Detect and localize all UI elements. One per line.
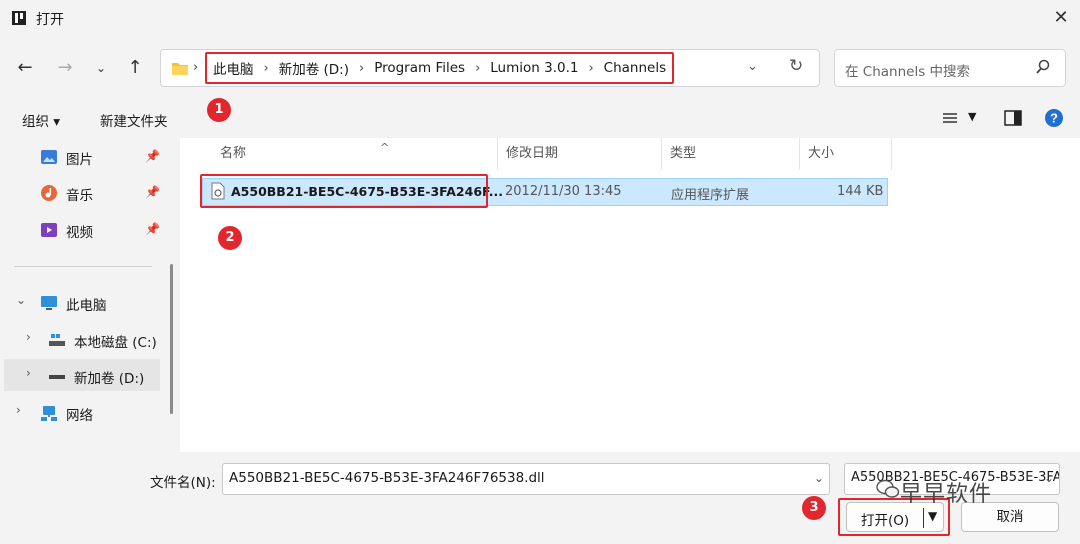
filename-label: 文件名(N): (150, 475, 216, 491)
breadcrumb-separator: › (358, 60, 365, 76)
system-drive-icon (49, 334, 65, 346)
address-lead-separator: › (193, 60, 199, 75)
chevron-right-icon[interactable]: › (26, 330, 31, 344)
forward-icon[interactable]: → (52, 56, 78, 80)
sidebar-item-this-pc[interactable]: ⌄ 此电脑 (0, 286, 168, 318)
view-options-chevron-icon[interactable]: ▼ (968, 110, 976, 130)
file-list: ^ 名称 修改日期 类型 大小 A550BB21-BE5C-4675-B53E-… (180, 138, 1080, 452)
chevron-down-icon[interactable]: ⌄ (16, 293, 26, 307)
step-badge-2: 2 (218, 226, 242, 250)
music-icon (41, 185, 57, 201)
sort-ascending-icon: ^ (380, 141, 390, 154)
file-size: 144 KB (837, 184, 884, 199)
back-icon[interactable]: ← (12, 56, 38, 80)
sidebar-item-drive-c[interactable]: › 本地磁盘 (C:) (0, 323, 168, 355)
sidebar-item-drive-d[interactable]: › 新加卷 (D:) (4, 359, 160, 391)
view-list-icon[interactable] (942, 108, 958, 128)
wechat-watermark-icon (876, 479, 900, 498)
breadcrumb-lumion[interactable]: Lumion 3.0.1 (490, 60, 578, 76)
sidebar-scrollbar[interactable] (170, 264, 173, 414)
title-bar: 打开 ✕ (0, 0, 1080, 36)
command-bar: 组织 ▾ 新建文件夹 1 ▼ ? (0, 98, 1080, 138)
breadcrumb-drive-d[interactable]: 新加卷 (D:) (279, 58, 349, 78)
filename-input[interactable]: A550BB21-BE5C-4675-B53E-3FA246F76538.dll (222, 463, 830, 495)
pin-icon[interactable]: 📌 (145, 185, 160, 199)
computer-icon (41, 296, 57, 310)
watermark-text: 早早软件 (900, 482, 993, 507)
new-folder-button[interactable]: 新建文件夹 (100, 110, 168, 130)
help-icon[interactable]: ? (1044, 108, 1064, 128)
chevron-down-icon[interactable]: ⌄ (1044, 471, 1054, 485)
column-header-modified[interactable]: 修改日期 (498, 138, 662, 170)
column-header-type[interactable]: 类型 (662, 138, 800, 170)
step-badge-3: 3 (802, 496, 826, 520)
breadcrumb-channels[interactable]: Channels (604, 60, 666, 76)
chevron-right-icon[interactable]: › (26, 366, 31, 380)
breadcrumb-separator: › (588, 60, 594, 76)
file-modified: 2012/11/30 13:45 (505, 184, 622, 199)
sidebar-item-network[interactable]: › 网络 (0, 396, 168, 428)
pictures-icon (41, 150, 57, 164)
pin-icon[interactable]: 📌 (145, 149, 160, 163)
recent-locations-icon[interactable]: ⌄ (88, 56, 114, 80)
pin-icon[interactable]: 📌 (145, 222, 160, 236)
folder-icon (172, 63, 188, 75)
breadcrumb: 此电脑 › 新加卷 (D:) › Program Files › Lumion … (205, 52, 675, 84)
address-bar[interactable]: › 此电脑 › 新加卷 (D:) › Program Files › Lumio… (160, 49, 820, 87)
sidebar-item-videos[interactable]: 视频 📌 (0, 213, 168, 245)
close-icon[interactable]: ✕ (1046, 4, 1076, 32)
refresh-icon[interactable]: ↻ (789, 56, 803, 76)
window-title: 打开 (36, 12, 64, 28)
search-input[interactable]: 在 Channels 中搜索 (834, 49, 1066, 87)
navigation-bar: ← → ⌄ ↑ › 此电脑 › 新加卷 (D:) › Program Files… (0, 36, 1080, 98)
chevron-right-icon[interactable]: › (16, 403, 21, 417)
split-divider (923, 508, 924, 528)
preview-pane-icon[interactable] (1004, 108, 1022, 128)
breadcrumb-separator: › (263, 60, 269, 76)
breadcrumb-separator: › (475, 60, 481, 76)
app-icon (12, 11, 26, 25)
search-placeholder: 在 Channels 中搜索 (845, 64, 971, 80)
step-badge-1: 1 (207, 98, 231, 122)
sidebar-divider (14, 266, 152, 267)
navigation-pane: 图片 📌 音乐 📌 视频 📌 ⌄ 此电脑 › 本地磁盘 (C:) › 新加卷 (… (0, 138, 176, 452)
svg-text:?: ? (1050, 111, 1058, 126)
file-highlight-box (200, 174, 488, 208)
chevron-down-icon[interactable]: ⌄ (814, 471, 824, 485)
network-icon (41, 406, 57, 421)
organize-menu[interactable]: 组织 ▾ (22, 110, 60, 130)
sidebar-item-music[interactable]: 音乐 📌 (0, 176, 168, 208)
breadcrumb-this-pc[interactable]: 此电脑 (213, 58, 254, 78)
open-dropdown-icon[interactable]: ▼ (928, 509, 937, 523)
up-icon[interactable]: ↑ (122, 56, 148, 80)
drive-icon (49, 375, 65, 379)
breadcrumb-program-files[interactable]: Program Files (374, 60, 465, 76)
search-icon[interactable] (1035, 59, 1051, 75)
video-icon (41, 223, 57, 237)
file-type: 应用程序扩展 (671, 188, 750, 203)
chevron-down-icon[interactable]: ⌄ (747, 59, 758, 74)
column-header-size[interactable]: 大小 (800, 138, 892, 170)
column-header-name[interactable]: ^ 名称 (212, 138, 498, 170)
sidebar-item-pictures[interactable]: 图片 📌 (0, 140, 168, 172)
